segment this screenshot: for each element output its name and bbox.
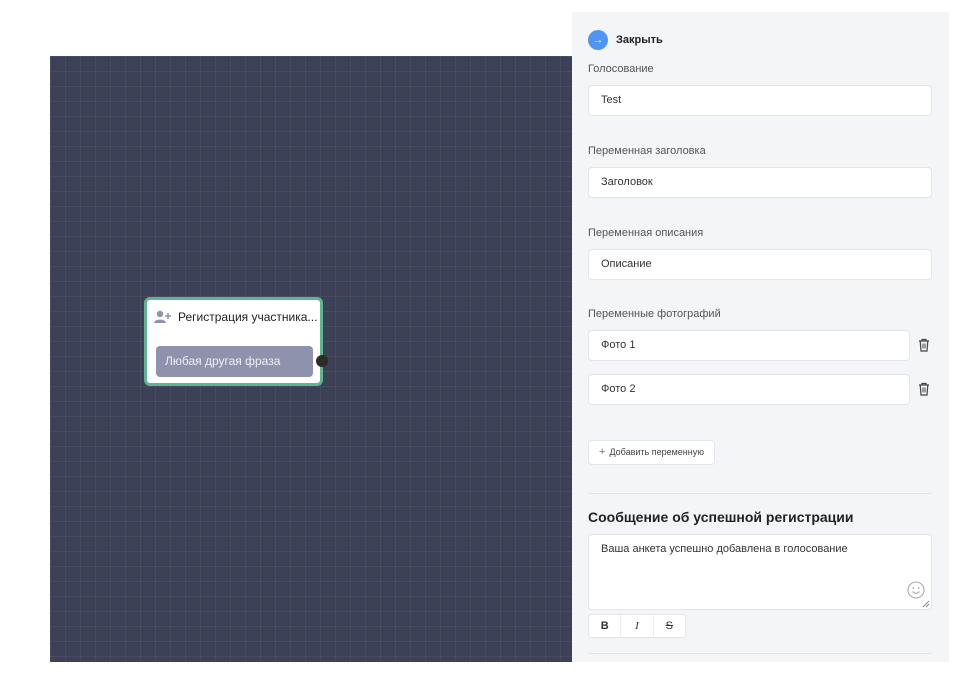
header-var-input[interactable]: Заголовок: [588, 167, 932, 198]
close-row[interactable]: → Закрыть: [588, 30, 663, 50]
add-variable-label: Добавить переменную: [609, 447, 704, 457]
voting-select[interactable]: Test: [588, 85, 932, 116]
trash-icon[interactable]: [918, 382, 930, 396]
voting-label: Голосование: [588, 63, 654, 75]
settings-panel: → Закрыть Голосование Test Переменная за…: [572, 12, 949, 662]
photo-var-input-1[interactable]: Фото 1: [588, 330, 910, 361]
resize-handle-icon[interactable]: [922, 600, 930, 608]
format-toolbar: B I S: [588, 614, 686, 638]
header-var-label: Переменная заголовка: [588, 145, 706, 157]
add-variable-button[interactable]: + Добавить переменную: [588, 440, 715, 465]
node-title: Регистрация участника...: [178, 310, 318, 324]
arrow-right-icon[interactable]: →: [588, 30, 608, 50]
user-add-icon: [154, 310, 171, 323]
success-message-title: Сообщение об успешной регистрации: [588, 509, 854, 525]
registration-node[interactable]: Регистрация участника... Любая другая фр…: [144, 297, 328, 386]
strikethrough-button[interactable]: S: [654, 615, 685, 637]
flow-canvas[interactable]: Регистрация участника... Любая другая фр…: [50, 56, 580, 662]
node-phrase-button[interactable]: Любая другая фраза: [156, 346, 313, 377]
node-header: Регистрация участника...: [154, 310, 317, 324]
description-var-input[interactable]: Описание: [588, 249, 932, 280]
trash-icon[interactable]: [918, 338, 930, 352]
close-label[interactable]: Закрыть: [616, 34, 663, 46]
plus-icon: +: [599, 446, 606, 458]
bold-button[interactable]: B: [589, 615, 622, 637]
divider: [588, 493, 932, 494]
italic-button[interactable]: I: [621, 615, 654, 637]
node-output-port[interactable]: [316, 355, 328, 367]
photo-vars-label: Переменные фотографий: [588, 308, 721, 320]
photo-var-input-2[interactable]: Фото 2: [588, 374, 910, 405]
description-var-label: Переменная описания: [588, 227, 704, 239]
success-message-textarea[interactable]: Ваша анкета успешно добавлена в голосова…: [588, 534, 932, 610]
emoji-icon[interactable]: [907, 581, 925, 599]
success-message-text: Ваша анкета успешно добавлена в голосова…: [601, 543, 848, 555]
divider: [588, 653, 932, 654]
